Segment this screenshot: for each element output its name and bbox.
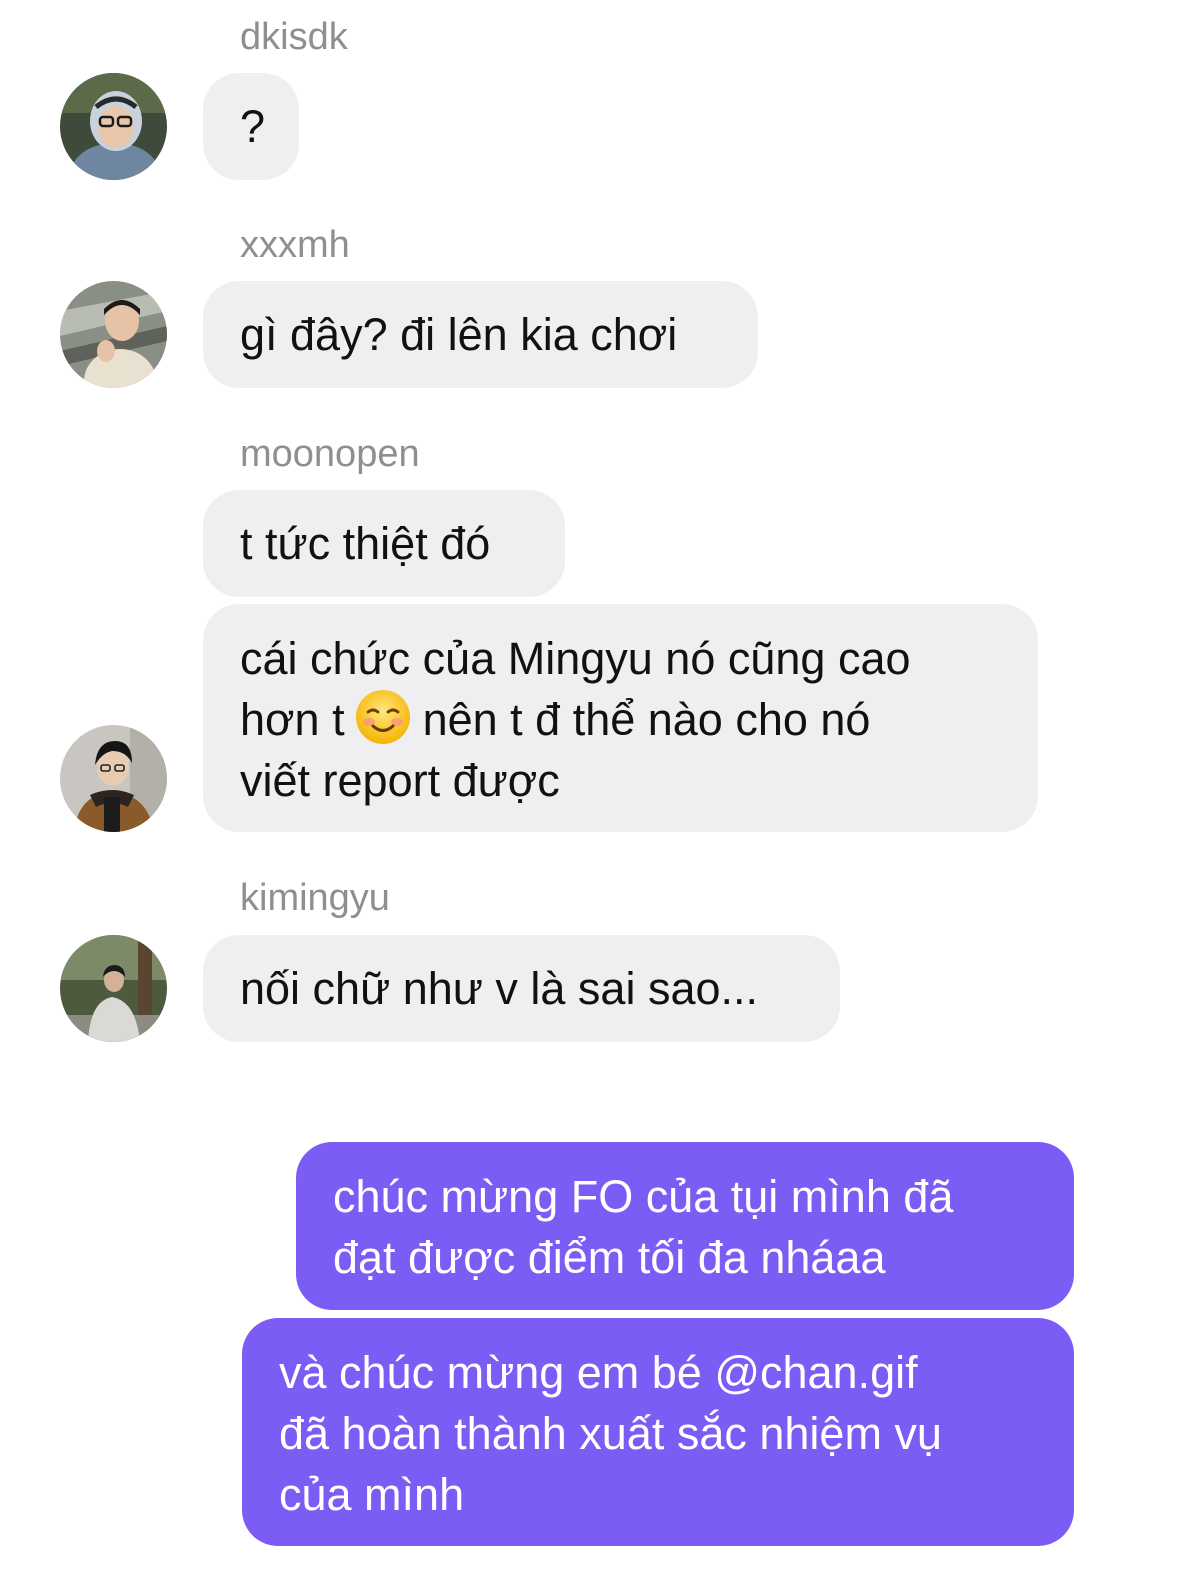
message-text: nối chữ như v là sai sao... — [240, 963, 759, 1014]
message-text-line: đạt được điểm tối đa nháaa — [333, 1232, 886, 1283]
avatar-moonopen-photo — [60, 725, 167, 832]
message-text-line: chúc mừng FO của tụi mình đã — [333, 1171, 954, 1222]
message-text-line: và chúc mừng em bé @chan.gif — [279, 1347, 918, 1398]
message-text-line: hơn t nên t đ thể nào cho nó — [240, 689, 1001, 750]
message-text-line: viết report được — [240, 755, 560, 806]
message-text-segment: hơn t — [240, 694, 345, 745]
sender-name-xxxmh: xxxmh — [240, 224, 350, 266]
smiling-face-emoji-icon — [355, 689, 411, 745]
outgoing-message-bubble[interactable]: và chúc mừng em bé @chan.gif đã hoàn thà… — [242, 1318, 1074, 1546]
sender-name-kimingyu: kimingyu — [240, 877, 390, 919]
sender-name-moonopen: moonopen — [240, 433, 420, 475]
message-text: t tức thiệt đó — [240, 518, 491, 569]
avatar-xxxmh[interactable] — [60, 281, 167, 388]
message-bubble[interactable]: ? — [203, 73, 299, 180]
message-text-line: của mình — [279, 1469, 465, 1520]
avatar-dkisdk[interactable] — [60, 73, 167, 180]
message-text: ? — [240, 101, 266, 152]
message-text-segment: nên t đ thể nào cho nó — [422, 694, 871, 745]
avatar-kimingyu[interactable] — [60, 935, 167, 1042]
avatar-moonopen[interactable] — [60, 725, 167, 832]
message-bubble[interactable]: cái chức của Mingyu nó cũng cao hơn t nê… — [203, 604, 1038, 832]
outgoing-message-bubble[interactable]: chúc mừng FO của tụi mình đã đạt được đi… — [296, 1142, 1074, 1310]
sender-name-dkisdk: dkisdk — [240, 16, 348, 58]
message-bubble[interactable]: nối chữ như v là sai sao... — [203, 935, 840, 1042]
message-text-line: đã hoàn thành xuất sắc nhiệm vụ — [279, 1408, 942, 1459]
message-bubble[interactable]: gì đây? đi lên kia chơi — [203, 281, 758, 388]
message-text: gì đây? đi lên kia chơi — [240, 309, 678, 360]
message-bubble[interactable]: t tức thiệt đó — [203, 490, 565, 597]
message-text-line: cái chức của Mingyu nó cũng cao — [240, 633, 911, 684]
avatar-xxxmh-photo — [60, 281, 167, 388]
avatar-kimingyu-photo — [60, 935, 167, 1042]
avatar-dkisdk-photo — [60, 73, 167, 180]
